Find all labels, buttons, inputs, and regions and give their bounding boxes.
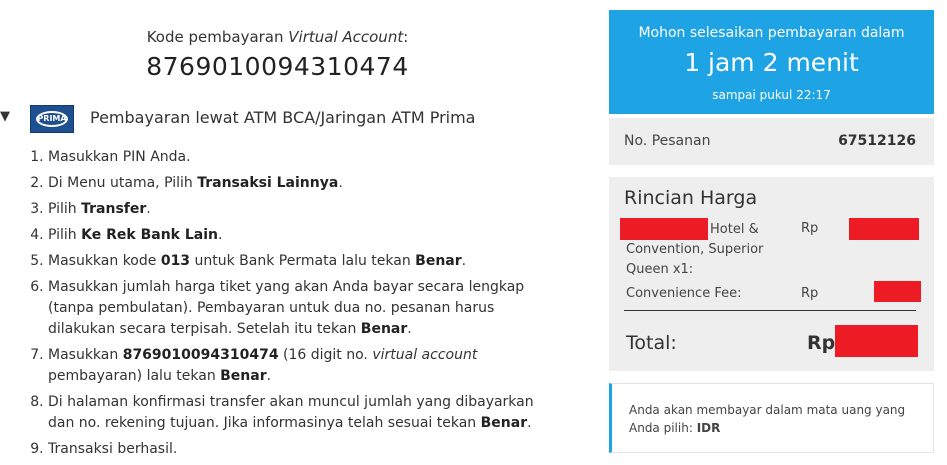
redacted-hotel-price <box>849 218 919 240</box>
price-title: Rincian Harga <box>624 187 758 209</box>
step-item: Masukkan kode 013 untuk Bank Permata lal… <box>48 251 558 272</box>
timer-countdown: 1 jam 2 menit <box>684 48 859 77</box>
step-item: Masukkan PIN Anda. <box>48 147 558 168</box>
hotel-item-label: Hotel & Convention, Superior Queen x1: <box>626 222 764 277</box>
prima-logo-text: PRIMA <box>37 114 67 123</box>
fee-currency: Rp <box>801 286 819 301</box>
collapse-caret-icon[interactable]: ▼ <box>0 109 10 124</box>
redacted-fee <box>874 281 921 302</box>
fee-label: Convenience Fee: <box>626 286 742 301</box>
va-label: Kode pembayaran Virtual Account: <box>146 28 409 46</box>
step-item: Pilih Transfer. <box>48 199 558 220</box>
currency-code: IDR <box>696 421 721 435</box>
timer-label: Mohon selesaikan pembayaran dalam <box>638 25 905 41</box>
payment-timer: Mohon selesaikan pembayaran dalam 1 jam … <box>609 10 934 114</box>
hotel-currency: Rp <box>801 221 819 236</box>
step-item: Di Menu utama, Pilih Transaksi Lainnya. <box>48 173 558 194</box>
va-number: 8769010094310474 <box>146 52 409 81</box>
steps-list: Masukkan PIN Anda. Di Menu utama, Pilih T… <box>28 147 558 465</box>
order-number-label: No. Pesanan <box>624 133 711 149</box>
order-box: No. Pesanan 67512126 <box>609 118 934 165</box>
section-title[interactable]: Pembayaran lewat ATM BCA/Jaringan ATM Pr… <box>90 108 475 127</box>
step-item: Masukkan jumlah harga tiket yang akan An… <box>48 277 558 340</box>
prima-logo: PRIMA <box>30 105 74 133</box>
step-item: Pilih Ke Rek Bank Lain. <box>48 225 558 246</box>
total-label: Total: <box>626 332 677 354</box>
timer-deadline: sampai pukul 22:17 <box>712 88 831 102</box>
currency-info: Anda akan membayar dalam mata uang yang … <box>609 383 934 453</box>
order-number-value: 67512126 <box>838 133 916 149</box>
price-divider <box>624 310 916 311</box>
price-details: Rincian Harga Hotel & Convention, Superi… <box>609 177 934 371</box>
currency-info-text: Anda akan membayar dalam mata uang yang … <box>629 403 906 435</box>
step-item: Masukkan 8769010094310474 (16 digit no. … <box>48 345 558 387</box>
redacted-total <box>835 325 918 357</box>
step-item: Di halaman konfirmasi transfer akan munc… <box>48 392 558 434</box>
step-item: Transaksi berhasil. <box>48 439 558 460</box>
payment-instructions-panel: Kode pembayaran Virtual Account: 8769010… <box>0 0 570 459</box>
total-currency: Rp <box>807 332 836 354</box>
